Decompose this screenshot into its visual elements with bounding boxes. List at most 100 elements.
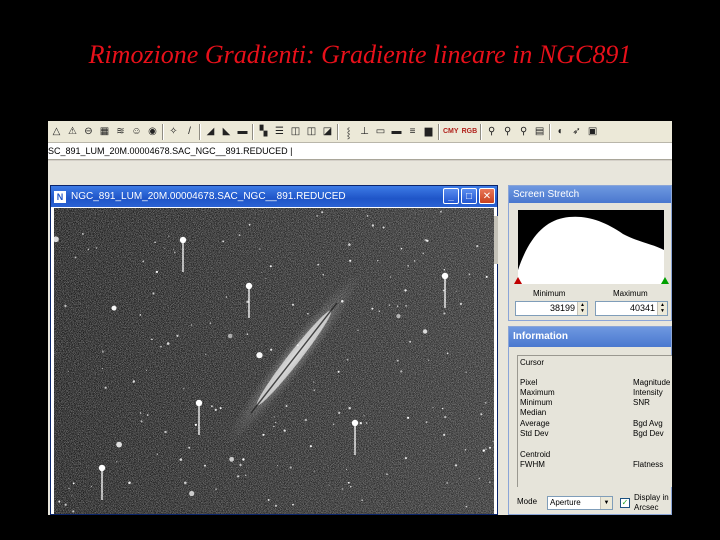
star xyxy=(154,241,156,243)
pixel-label: Pixel xyxy=(520,378,538,387)
link-icon[interactable]: ⊖ xyxy=(82,125,95,138)
star xyxy=(173,249,174,251)
close-button[interactable]: ✕ xyxy=(479,188,495,204)
mountain-icon[interactable]: ◢ xyxy=(204,125,217,138)
star xyxy=(476,245,479,248)
window-icon[interactable]: ◫ xyxy=(289,125,302,138)
star xyxy=(446,482,449,484)
maxim-dl-window: △ ⚠ ⊖ ▦ ≋ ☺ ◉ ✧ / ◢ ◣ ▬ ▚ ☰ ◫ ◫ ◪ ⸾ ⊥ ▭ … xyxy=(48,121,672,515)
display-arcsec-checkbox[interactable]: ✓ xyxy=(620,498,630,508)
star xyxy=(146,414,149,416)
star xyxy=(222,240,225,243)
minimize-button[interactable]: _ xyxy=(443,188,459,204)
star xyxy=(468,273,471,276)
pencil-icon[interactable]: / xyxy=(183,125,196,138)
open-image-tab[interactable]: SC_891_LUM_20M.00004678.SAC_NGC__891.RED… xyxy=(48,146,288,156)
mountain-icon[interactable]: ◣ xyxy=(220,125,233,138)
star xyxy=(261,271,263,273)
warning-icon[interactable]: △ xyxy=(50,125,63,138)
zoom-fit-icon[interactable]: ⚲ xyxy=(517,125,530,138)
star xyxy=(304,418,307,422)
zoom-in-icon[interactable]: ⚲ xyxy=(485,125,498,138)
star xyxy=(237,475,240,478)
cmy-button[interactable]: CMY xyxy=(443,128,459,135)
camera-icon[interactable]: ▆ xyxy=(422,125,435,138)
image-window[interactable]: N NGC_891_LUM_20M.00004678.SAC_NGC__891.… xyxy=(50,185,498,515)
globe-icon[interactable]: ◉ xyxy=(146,125,159,138)
compare-icon[interactable]: ◐ xyxy=(554,125,567,138)
star xyxy=(388,304,390,306)
star xyxy=(166,342,170,345)
star xyxy=(346,468,348,470)
align-icon[interactable]: ▭ xyxy=(374,125,387,138)
star xyxy=(275,421,277,424)
maximum-slider-handle[interactable] xyxy=(661,277,669,284)
star xyxy=(309,445,312,448)
star xyxy=(313,381,315,383)
image-window-titlebar[interactable]: N NGC_891_LUM_20M.00004678.SAC_NGC__891.… xyxy=(51,186,497,207)
image-file-icon: N xyxy=(54,190,66,203)
star-icon[interactable]: ✧ xyxy=(167,125,180,138)
align-icon[interactable]: ⊥ xyxy=(358,125,371,138)
star xyxy=(386,473,388,476)
ruler-icon[interactable]: ▬ xyxy=(236,125,249,138)
star xyxy=(64,503,67,506)
bar-icon[interactable]: ≡ xyxy=(406,125,419,138)
star xyxy=(152,292,155,295)
star xyxy=(164,248,166,250)
star xyxy=(246,300,249,303)
bright-star xyxy=(179,236,187,244)
window-icon[interactable]: ◪ xyxy=(321,125,334,138)
star xyxy=(219,407,222,410)
star xyxy=(72,510,75,513)
star xyxy=(214,408,217,411)
side-scroll-handle[interactable] xyxy=(494,216,498,264)
std-dev-label: Std Dev xyxy=(520,429,549,438)
star xyxy=(480,413,483,416)
star xyxy=(455,290,457,292)
star xyxy=(183,388,185,390)
smiley-icon[interactable]: ☺ xyxy=(130,125,143,138)
mode-value: Aperture xyxy=(550,498,581,507)
maximum-spinner[interactable]: 40341 ▲ ▼ xyxy=(595,301,668,316)
star xyxy=(238,234,241,236)
image-icon[interactable]: ▣ xyxy=(586,125,599,138)
star xyxy=(274,504,278,507)
star xyxy=(116,461,118,463)
star xyxy=(139,412,142,414)
layers-icon[interactable]: ≋ xyxy=(114,125,127,138)
minimum-spinner[interactable]: 38199 ▲ ▼ xyxy=(515,301,588,316)
minimum-value: 38199 xyxy=(549,303,575,313)
text-icon[interactable]: ⸾ xyxy=(342,125,355,139)
star xyxy=(371,224,375,227)
maximize-button[interactable]: □ xyxy=(461,188,477,204)
spin-arrows-icon[interactable]: ▲ ▼ xyxy=(577,302,587,315)
spin-arrows-icon[interactable]: ▲ ▼ xyxy=(657,302,667,315)
star xyxy=(168,235,170,237)
star xyxy=(102,350,104,352)
arrow-icon[interactable]: ➶ xyxy=(570,125,583,138)
zoom-out-icon[interactable]: ⚲ xyxy=(501,125,514,138)
list-icon[interactable]: ☰ xyxy=(273,125,286,138)
flatness-label: Flatness xyxy=(633,460,664,469)
star xyxy=(382,226,385,229)
mode-dropdown[interactable]: Aperture ▼ xyxy=(547,496,613,510)
star xyxy=(407,265,409,267)
table-icon[interactable]: ▤ xyxy=(533,125,546,138)
star xyxy=(422,329,428,334)
triangle-icon[interactable]: ⚠ xyxy=(66,125,79,138)
window-icon[interactable]: ◫ xyxy=(305,125,318,138)
astro-image[interactable] xyxy=(54,208,494,514)
star xyxy=(465,505,468,508)
information-title: Information xyxy=(509,327,671,347)
grid-icon[interactable]: ▦ xyxy=(98,125,111,138)
slide-title: Rimozione Gradienti: Gradiente lineare i… xyxy=(88,40,632,69)
bright-star xyxy=(351,419,359,427)
rgb-button[interactable]: RGB xyxy=(462,128,478,135)
chevron-down-icon[interactable]: ▼ xyxy=(600,497,612,509)
display-label-line1: Display in xyxy=(634,493,669,502)
color-icon[interactable]: ▚ xyxy=(257,125,270,138)
minimum-slider-handle[interactable] xyxy=(514,277,522,284)
star xyxy=(229,456,235,462)
bar-icon[interactable]: ▬ xyxy=(390,125,403,138)
